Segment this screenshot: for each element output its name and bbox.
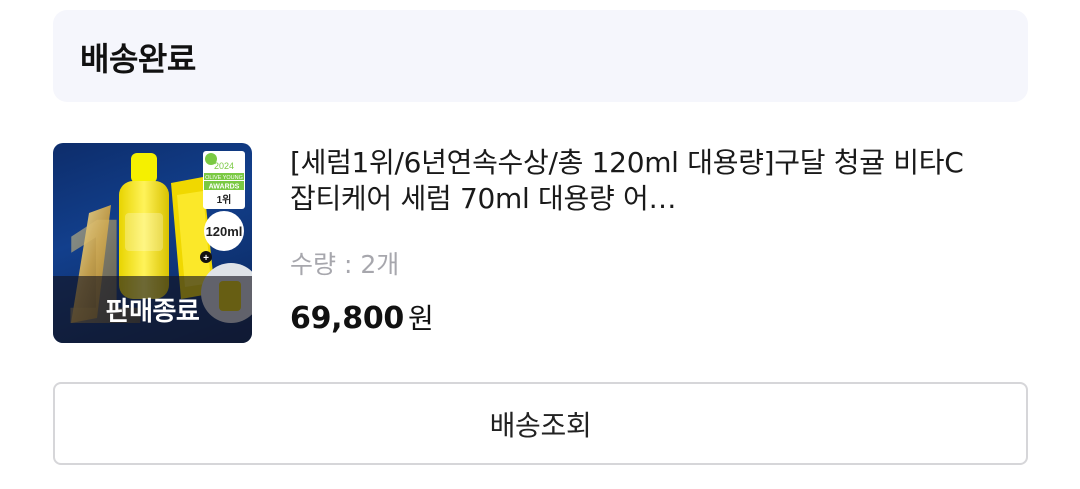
order-item[interactable]: 1 2024 OLIVE YOUNG AWARDS 1위 120ml + 판매종… bbox=[53, 143, 1028, 343]
product-thumbnail[interactable]: 1 2024 OLIVE YOUNG AWARDS 1위 120ml + 판매종… bbox=[53, 143, 252, 343]
track-delivery-label: 배송조회 bbox=[489, 408, 592, 442]
order-status-title: 배송완료 bbox=[80, 40, 196, 78]
price-row: 69,800 원 bbox=[290, 297, 434, 337]
award-year: 2024 bbox=[214, 161, 234, 171]
price-unit: 원 bbox=[407, 302, 434, 335]
order-status-header: 배송완료 bbox=[53, 10, 1028, 102]
award-rank: 1위 bbox=[217, 193, 232, 206]
price-value: 69,800 bbox=[290, 301, 404, 336]
track-delivery-button[interactable]: 배송조회 bbox=[53, 382, 1028, 465]
volume-badge: 120ml bbox=[206, 224, 243, 239]
award-text-1: OLIVE YOUNG bbox=[205, 175, 243, 181]
product-name[interactable]: [세럼1위/6년연속수상/총 120ml 대용량]구달 청귤 비타C 잡티케어 … bbox=[290, 145, 970, 217]
soldout-overlay: 판매종료 bbox=[53, 276, 252, 343]
quantity-text: 수량 : 2개 bbox=[290, 250, 400, 279]
soldout-label: 판매종료 bbox=[105, 297, 200, 327]
award-text-2: AWARDS bbox=[209, 184, 240, 191]
svg-text:+: + bbox=[203, 253, 209, 264]
